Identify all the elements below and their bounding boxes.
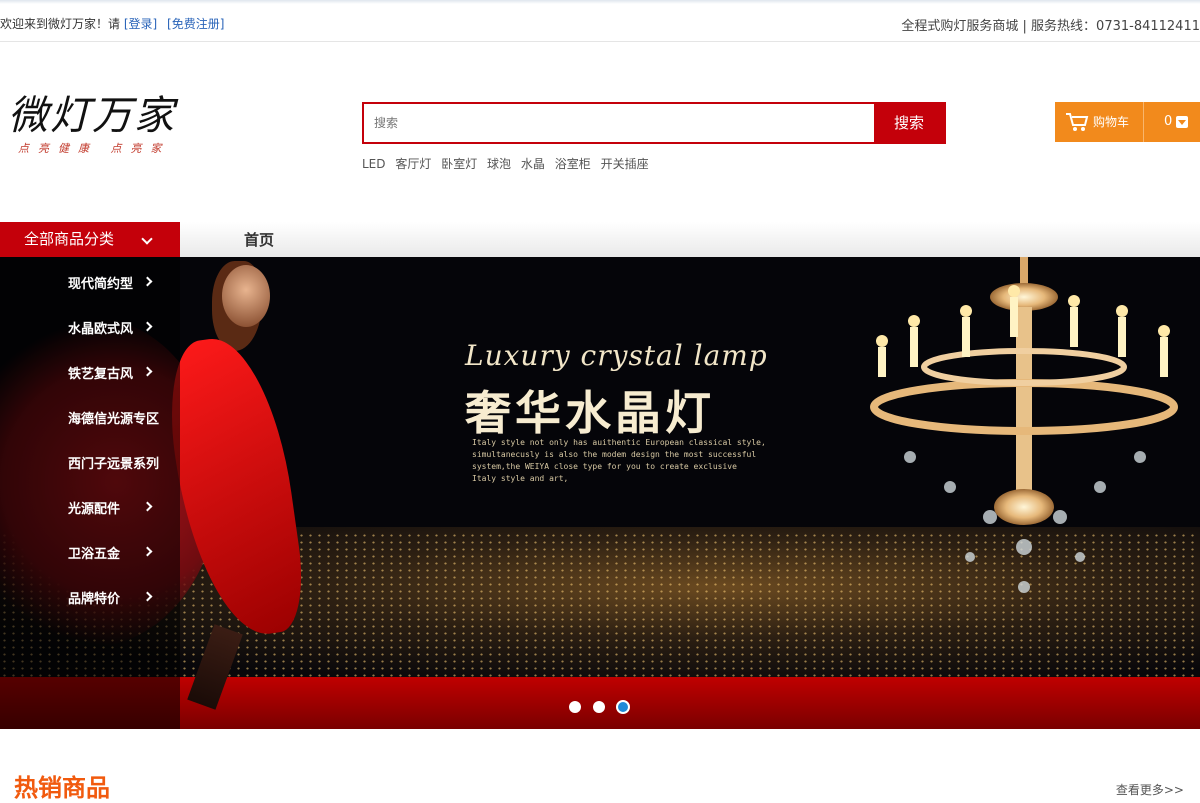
cart-count-value: 0: [1164, 114, 1173, 129]
banner-desc-line: Italy style not only has auithentic Euro…: [472, 438, 766, 447]
all-categories-label: 全部商品分类: [24, 230, 115, 248]
category-menu: 现代简约型 水晶欧式风 铁艺复古风 海德信光源专区 西门子远景系列 光源配件 卫…: [0, 257, 180, 729]
chevron-right-icon: [142, 501, 153, 512]
search-input[interactable]: [364, 104, 874, 142]
banner-headline-en: Luxury crystal lamp: [465, 339, 768, 372]
hot-search-words: LED 客厅灯 卧室灯 球泡 水晶 浴室柜 开关插座: [362, 155, 655, 172]
slider-dot-active[interactable]: [616, 700, 630, 714]
slider-dot[interactable]: [569, 701, 581, 713]
banner-desc-line: system,the WEIYA close type for you to c…: [472, 462, 737, 471]
category-label: 卫浴五金: [68, 547, 121, 562]
hot-products-title: 热销商品: [14, 774, 110, 802]
welcome-label: 欢迎来到微灯万家！请: [0, 17, 121, 31]
login-link[interactable]: [登录]: [124, 17, 157, 31]
slider-dot[interactable]: [593, 701, 605, 713]
search-box: 搜索: [362, 102, 946, 144]
chevron-down-icon: [141, 233, 153, 245]
category-item-modern[interactable]: 现代简约型: [68, 273, 180, 293]
hotword-bedroom-lamp[interactable]: 卧室灯: [441, 157, 477, 171]
category-label: 水晶欧式风: [68, 322, 134, 337]
banner-description: Italy style not only has auithentic Euro…: [472, 437, 772, 485]
hotword-crystal[interactable]: 水晶: [521, 157, 545, 171]
cart-button[interactable]: 购物车: [1055, 102, 1143, 142]
banner-desc-line: Italy style and art,: [472, 474, 569, 483]
chevron-right-icon: [142, 276, 153, 287]
category-label: 铁艺复古风: [68, 367, 134, 382]
category-label: 品牌特价: [68, 592, 121, 607]
cart-count[interactable]: 0: [1143, 102, 1200, 142]
category-item-brand-specials[interactable]: 品牌特价: [68, 588, 180, 608]
category-label: 光源配件: [68, 502, 121, 517]
category-item-iron-retro[interactable]: 铁艺复古风: [68, 363, 180, 383]
main-nav: 全部商品分类 首页: [0, 222, 1200, 257]
nav-home[interactable]: 首页: [244, 222, 274, 259]
hotword-bathroom-cabinet[interactable]: 浴室柜: [555, 157, 591, 171]
top-hairline: [0, 0, 1200, 4]
category-label: 海德信光源专区: [68, 412, 160, 427]
chevron-right-icon: [142, 366, 153, 377]
search-button[interactable]: 搜索: [874, 104, 944, 142]
category-label: 西门子远景系列: [68, 457, 160, 472]
cart-icon: [1066, 113, 1089, 131]
banner-model-face: [222, 265, 270, 327]
chevron-down-icon: [1176, 116, 1188, 128]
category-item-siemens[interactable]: 西门子远景系列: [68, 453, 180, 473]
chevron-right-icon: [142, 591, 153, 602]
view-more-link[interactable]: 查看更多>>: [1116, 781, 1184, 798]
chandelier-graphic: [870, 257, 1178, 593]
banner-desc-line: simultanecusly is also the modem design …: [472, 450, 757, 459]
hotword-living-room-lamp[interactable]: 客厅灯: [395, 157, 431, 171]
all-categories-button[interactable]: 全部商品分类: [0, 222, 180, 257]
service-hotline: 全程式购灯服务商城 | 服务热线：0731-84112411: [901, 19, 1200, 34]
cart-label: 购物车: [1093, 115, 1130, 129]
hotword-led[interactable]: LED: [362, 157, 386, 171]
chevron-right-icon: [142, 321, 153, 332]
cart-widget[interactable]: 购物车 0: [1055, 102, 1200, 142]
logo-title: 微灯万家: [8, 93, 176, 139]
logo-slogan: 点亮健康 点亮家: [18, 142, 171, 155]
hotword-switch-socket[interactable]: 开关插座: [601, 157, 649, 171]
hero-banner[interactable]: Luxury crystal lamp 奢华水晶灯 Italy style no…: [0, 257, 1200, 729]
top-bar: 欢迎来到微灯万家！请 [登录] [免费注册] 全程式购灯服务商城 | 服务热线：…: [0, 0, 1200, 42]
category-item-crystal-european[interactable]: 水晶欧式风: [68, 318, 180, 338]
site-logo[interactable]: 微灯万家 点亮健康 点亮家: [8, 92, 228, 168]
category-item-light-accessories[interactable]: 光源配件: [68, 498, 180, 518]
category-item-haidexin[interactable]: 海德信光源专区: [68, 408, 180, 428]
welcome-text: 欢迎来到微灯万家！请 [登录] [免费注册]: [0, 15, 224, 32]
register-link[interactable]: [免费注册]: [167, 17, 224, 31]
category-label: 现代简约型: [68, 277, 134, 292]
hotword-bulb[interactable]: 球泡: [487, 157, 511, 171]
chevron-right-icon: [142, 546, 153, 557]
banner-headline-cn: 奢华水晶灯: [465, 386, 715, 440]
category-item-bathroom-hardware[interactable]: 卫浴五金: [68, 543, 180, 563]
